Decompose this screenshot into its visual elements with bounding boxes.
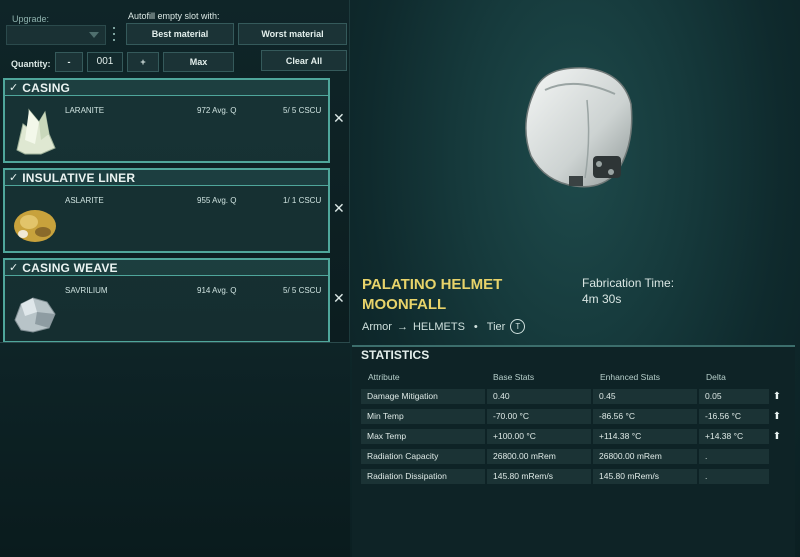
remove-casing-close-icon[interactable]: ✕ xyxy=(333,110,345,127)
up-arrow-icon: ⬆ xyxy=(772,411,782,422)
stat-enhanced: -86.56 °C xyxy=(593,409,697,424)
stat-attribute: Min Temp xyxy=(361,409,485,424)
upgrade-label: Upgrade: xyxy=(12,14,50,24)
worst-material-button[interactable]: Worst material xyxy=(238,23,347,45)
stat-row: Radiation Capacity 26800.00 mRem 26800.00 … xyxy=(361,449,789,464)
check-icon: ✓ xyxy=(9,82,19,94)
header-attribute: Attribute xyxy=(368,372,400,382)
stat-base: -70.00 °C xyxy=(487,409,591,424)
helmet-preview-image xyxy=(525,67,633,188)
breadcrumb: Armor → HELMETS • Tier T xyxy=(362,319,526,334)
material-name: SAVRILIUM xyxy=(65,286,108,295)
up-arrow-icon: ⬆ xyxy=(772,391,782,402)
stat-attribute: Max Temp xyxy=(361,429,485,444)
stat-delta: -16.56 °C xyxy=(699,409,769,424)
breadcrumb-category: Armor xyxy=(362,320,392,333)
check-icon: ✓ xyxy=(9,262,19,274)
fabrication-time-label: Fabrication Time: xyxy=(582,276,675,290)
slot-casing[interactable]: ✓ CASING LARANITE 972 Avg. Q 5/ 5 CSCU xyxy=(3,78,330,163)
savrilium-ore-icon xyxy=(14,297,56,333)
quantity-increment-button[interactable]: + xyxy=(127,52,159,72)
item-name-line2: MOONFALL xyxy=(362,296,447,313)
stat-row: Min Temp -70.00 °C -86.56 °C -16.56 °C ⬆ xyxy=(361,409,789,424)
quantity-decrement-button[interactable]: - xyxy=(55,52,83,72)
empty-panel-area xyxy=(0,342,350,557)
statistics-title: STATISTICS xyxy=(361,348,430,362)
slot-header: ✓ CASING WEAVE xyxy=(5,260,328,276)
header-base-stats: Base Stats xyxy=(493,372,535,382)
stat-delta: +14.38 °C xyxy=(699,429,769,444)
header-delta: Delta xyxy=(706,372,726,382)
tier-badge: T xyxy=(510,319,526,334)
crafting-panel: Upgrade: Autofill empty slot with: Best … xyxy=(0,0,350,557)
stat-delta: 0.05 xyxy=(699,389,769,404)
laranite-ore-icon xyxy=(16,108,56,155)
item-preview-panel: PALATINO HELMET MOONFALL Fabrication Tim… xyxy=(350,0,800,557)
slot-casing-weave[interactable]: ✓ CASING WEAVE SAVRILIUM 914 Avg. Q 5/ 5… xyxy=(3,258,330,343)
stat-row: Radiation Dissipation 145.80 mRem/s 145.80… xyxy=(361,469,789,484)
material-quality: 955 Avg. Q xyxy=(197,196,237,205)
upgrade-dropdown[interactable] xyxy=(6,25,106,45)
slot-header: ✓ CASING xyxy=(5,80,328,96)
material-scu: 5/ 5 CSCU xyxy=(283,286,322,295)
material-name: LARANITE xyxy=(65,106,105,115)
slot-title: CASING WEAVE xyxy=(22,260,118,275)
item-name: PALATINO HELMET MOONFALL xyxy=(362,275,502,315)
stat-attribute: Radiation Capacity xyxy=(361,449,485,464)
arrow-right-icon: → xyxy=(396,320,408,333)
stat-base: +100.00 °C xyxy=(487,429,591,444)
stat-enhanced: 26800.00 mRem xyxy=(593,449,697,464)
stat-delta: . xyxy=(699,449,769,464)
stat-enhanced: 145.80 mRem/s xyxy=(593,469,697,484)
remove-casing-weave-close-icon[interactable]: ✕ xyxy=(333,290,345,307)
autofill-label: Autofill empty slot with: xyxy=(128,11,220,21)
slot-header: ✓ INSULATIVE LINER xyxy=(5,170,328,186)
quantity-input[interactable]: 001 xyxy=(87,52,123,72)
stat-attribute: Radiation Dissipation xyxy=(361,469,485,484)
stat-delta: . xyxy=(699,469,769,484)
stat-base: 145.80 mRem/s xyxy=(487,469,591,484)
slot-insulative-liner[interactable]: ✓ INSULATIVE LINER ASLARITE 955 Avg. Q 1… xyxy=(3,168,330,253)
material-name: ASLARITE xyxy=(65,196,104,205)
best-material-button[interactable]: Best material xyxy=(126,23,234,45)
material-quality: 914 Avg. Q xyxy=(197,286,237,295)
remove-insulative-liner-close-icon[interactable]: ✕ xyxy=(333,200,345,217)
chevron-down-icon xyxy=(89,32,99,38)
breadcrumb-subcategory: HELMETS xyxy=(412,320,465,333)
statistics-panel: STATISTICS Attribute Base Stats Enhanced… xyxy=(352,345,795,557)
aslarite-ore-icon xyxy=(14,210,56,242)
item-name-line1: PALATINO HELMET xyxy=(362,276,503,293)
quantity-label: Quantity: xyxy=(11,59,51,69)
stat-enhanced: 0.45 xyxy=(593,389,697,404)
material-scu: 1/ 1 CSCU xyxy=(283,196,322,205)
stat-enhanced: +114.38 °C xyxy=(593,429,697,444)
clear-all-button[interactable]: Clear All xyxy=(261,50,347,71)
material-quality: 972 Avg. Q xyxy=(197,106,237,115)
tier-label: Tier xyxy=(486,320,506,333)
check-icon: ✓ xyxy=(9,172,19,184)
slot-title: INSULATIVE LINER xyxy=(22,170,136,185)
stat-attribute: Damage Mitigation xyxy=(361,389,485,404)
stat-base: 0.40 xyxy=(487,389,591,404)
material-scu: 5/ 5 CSCU xyxy=(283,106,322,115)
quantity-max-button[interactable]: Max xyxy=(163,52,234,72)
fabrication-time-value: 4m 30s xyxy=(582,292,622,306)
stat-base: 26800.00 mRem xyxy=(487,449,591,464)
header-enhanced-stats: Enhanced Stats xyxy=(600,372,661,382)
stat-row: Damage Mitigation 0.40 0.45 0.05 ⬆ xyxy=(361,389,789,404)
stat-row: Max Temp +100.00 °C +114.38 °C +14.38 °C ⬆ xyxy=(361,429,789,444)
more-options-icon[interactable] xyxy=(113,27,116,45)
up-arrow-icon: ⬆ xyxy=(772,431,782,442)
slot-title: CASING xyxy=(22,80,71,95)
separator-dot: • xyxy=(473,320,478,333)
